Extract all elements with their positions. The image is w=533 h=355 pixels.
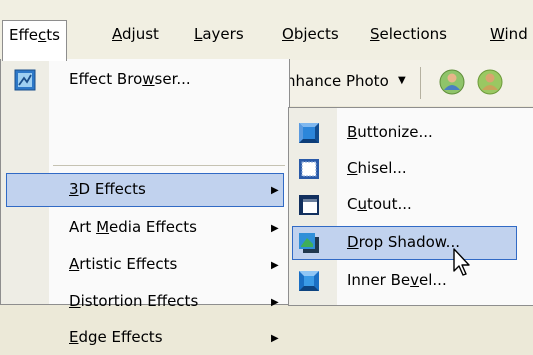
submenu-item-drop-shadow[interactable]: Drop Shadow... <box>289 226 533 260</box>
buttonize-icon <box>299 123 319 143</box>
menu-separator <box>53 165 285 166</box>
submenu-item-chisel[interactable]: Chisel... <box>289 152 533 186</box>
mouse-cursor-icon <box>453 248 470 276</box>
menu-bar: Effects Adjust Layers Objects Selections… <box>0 0 533 61</box>
submenu-arrow-icon: ▶ <box>271 260 279 271</box>
toolbar-separator <box>420 67 421 99</box>
submenu-item-buttonize[interactable]: Buttonize... <box>289 116 533 150</box>
cutout-icon <box>299 195 319 215</box>
submenu-item-inner-bevel[interactable]: Inner Bevel... <box>289 264 533 298</box>
menu-item-effect-browser[interactable]: Effect Browser... <box>1 63 289 97</box>
chisel-icon <box>299 159 319 179</box>
submenu-arrow-icon: ▶ <box>271 297 279 308</box>
menu-adjust[interactable]: Adjust <box>106 21 165 47</box>
submenu-item-cutout[interactable]: Cutout... <box>289 188 533 222</box>
menu-layers[interactable]: Layers <box>188 21 250 47</box>
menu-item-3d-effects[interactable]: 3D Effects ▶ <box>1 173 289 207</box>
menu-effects[interactable]: Effects <box>2 20 67 61</box>
person-effect-icon[interactable] <box>476 68 504 96</box>
menu-selections[interactable]: Selections <box>364 21 453 47</box>
submenu-arrow-icon: ▶ <box>271 185 279 196</box>
menu-item-art-media-effects[interactable]: Art Media Effects ▶ <box>1 211 289 245</box>
submenu-arrow-icon: ▶ <box>271 223 279 234</box>
effects-menu: Effect Browser... 3D Effects ▶ Art Media… <box>0 59 290 346</box>
menu-window[interactable]: Wind <box>484 21 533 47</box>
enhance-photo-button[interactable]: nhance Photo <box>286 72 389 90</box>
menu-item-edge-effects[interactable]: Edge Effects ▶ <box>1 321 289 355</box>
3d-effects-submenu: Buttonize... Chisel... Cutout... Drop Sh… <box>288 107 533 306</box>
people-icon[interactable] <box>438 68 466 96</box>
toolbar: nhance Photo ▼ <box>270 60 533 106</box>
effect-browser-icon <box>14 69 36 91</box>
dropdown-arrow-icon[interactable]: ▼ <box>398 75 406 86</box>
submenu-arrow-icon: ▶ <box>271 333 279 344</box>
drop-shadow-icon <box>299 233 319 253</box>
menu-objects[interactable]: Objects <box>276 21 345 47</box>
menu-item-distortion-effects[interactable]: Distortion Effects ▶ <box>1 285 289 319</box>
menu-item-artistic-effects[interactable]: Artistic Effects ▶ <box>1 248 289 282</box>
inner-bevel-icon <box>299 271 319 291</box>
